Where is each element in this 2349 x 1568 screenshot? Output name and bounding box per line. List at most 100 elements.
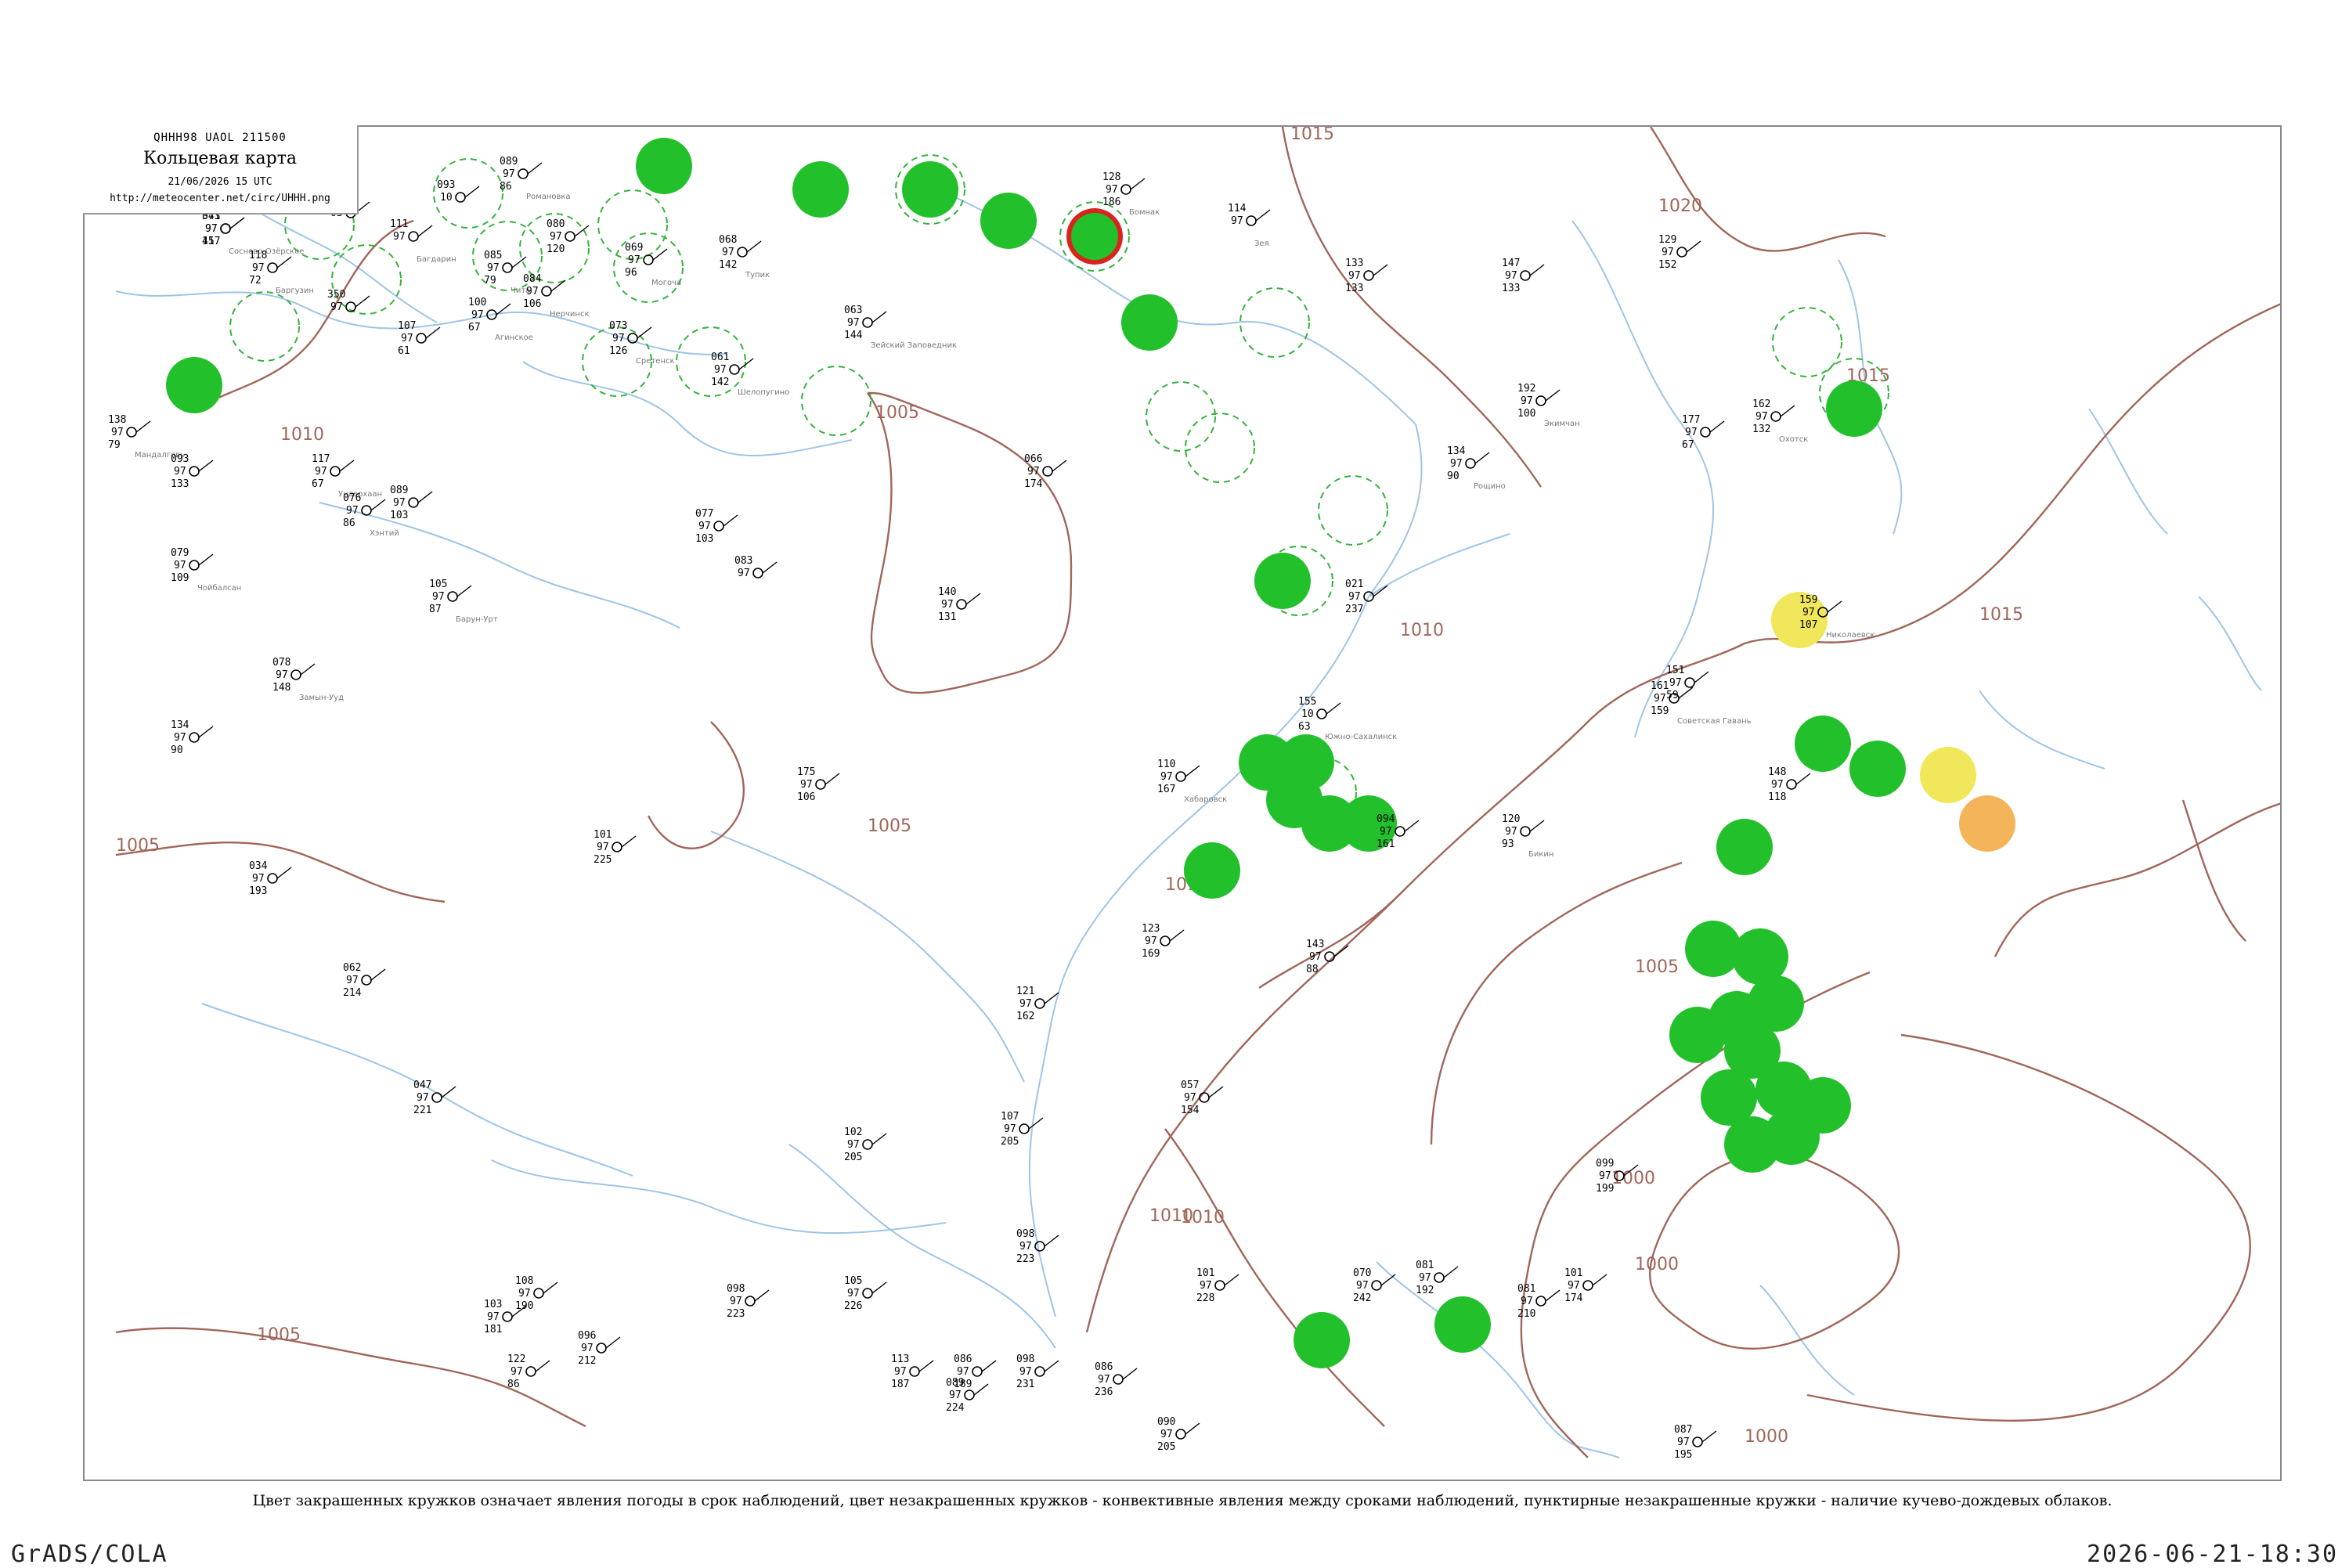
station-plot: 08997103 bbox=[390, 485, 433, 521]
wind-barb bbox=[746, 240, 762, 253]
station-pressure: 97 bbox=[487, 262, 500, 274]
weather-circles bbox=[166, 138, 2015, 1368]
station-marker bbox=[1160, 935, 1171, 946]
station-temperature: 096 bbox=[578, 1330, 596, 1342]
station-dewpoint: 192 bbox=[1416, 1285, 1434, 1296]
station-dewpoint: 103 bbox=[390, 510, 408, 521]
station-temperature: 066 bbox=[1024, 453, 1042, 465]
wind-barb bbox=[738, 358, 754, 370]
station-marker bbox=[502, 262, 513, 273]
station-pressure: 97 bbox=[1231, 215, 1243, 227]
station-plot: 1349790 bbox=[171, 719, 214, 756]
station-marker bbox=[1199, 1092, 1210, 1103]
station-dewpoint: 148 bbox=[272, 682, 290, 694]
station-marker bbox=[361, 505, 372, 516]
station-dewpoint: 109 bbox=[171, 572, 189, 584]
wind-barb bbox=[1592, 1274, 1607, 1286]
isobar-line bbox=[1430, 861, 1683, 1145]
station-plot: 12897186 Бомнак bbox=[1102, 171, 1160, 217]
wind-barb bbox=[965, 593, 981, 605]
wind-barb bbox=[1208, 1086, 1224, 1098]
station-plot: 1189772 Баргузин bbox=[249, 250, 314, 295]
station-plot: 05797154 bbox=[1181, 1080, 1224, 1116]
station-dewpoint: 225 bbox=[594, 854, 612, 866]
station-marker bbox=[126, 427, 137, 438]
isobar-label-1010-south: 1010 bbox=[1149, 1206, 1193, 1226]
wind-barb bbox=[918, 1360, 934, 1372]
wind-barb bbox=[871, 1281, 887, 1294]
isobar-label-1005-east: 1005 bbox=[1635, 957, 1679, 977]
station-dewpoint: 90 bbox=[1447, 470, 1460, 482]
rain-circle bbox=[902, 161, 958, 218]
station-marker bbox=[431, 1092, 442, 1103]
station-marker bbox=[189, 466, 200, 477]
station-temperature: 077 bbox=[695, 508, 713, 520]
station-dewpoint: 142 bbox=[719, 259, 737, 271]
station-pressure: 97 bbox=[1505, 270, 1517, 282]
station-temperature: 099 bbox=[1596, 1158, 1614, 1170]
station-marker bbox=[1786, 779, 1797, 790]
station-plot: 04797221 bbox=[413, 1080, 456, 1116]
station-temperature: 086 bbox=[954, 1354, 972, 1365]
wind-barb bbox=[652, 248, 668, 261]
station-plot: 11097167 Хабаровск bbox=[1157, 759, 1227, 804]
station-marker bbox=[1582, 1280, 1593, 1291]
station-pressure: 97 bbox=[1450, 458, 1463, 470]
station-temperature: 114 bbox=[1228, 203, 1247, 214]
station-pressure: 97 bbox=[1200, 1280, 1212, 1292]
station-plot: 10197228 bbox=[1196, 1267, 1239, 1304]
station-plot: 09897223 bbox=[727, 1283, 770, 1320]
station-marker bbox=[752, 568, 763, 579]
station-pressure: 97 bbox=[597, 842, 609, 853]
river-line bbox=[491, 1159, 947, 1235]
station-plot: 10297205 bbox=[844, 1126, 887, 1163]
wind-barb bbox=[198, 726, 214, 738]
station-dewpoint: 142 bbox=[711, 377, 729, 388]
station-marker bbox=[862, 317, 873, 328]
wind-barb bbox=[425, 326, 441, 339]
station-dewpoint: 106 bbox=[523, 298, 541, 310]
station-marker bbox=[267, 262, 278, 273]
station-pressure: 97 bbox=[1771, 779, 1784, 791]
station-temperature: 073 bbox=[609, 320, 627, 332]
station-temperature: 110 bbox=[1157, 759, 1175, 770]
isobar-label-1015-east: 1015 bbox=[1979, 605, 2023, 625]
station-marker bbox=[1175, 1429, 1186, 1440]
station-marker bbox=[1676, 247, 1687, 258]
station-plot: 1059787 Барун-Урт bbox=[429, 579, 498, 624]
station-pressure: 97 bbox=[1521, 1296, 1533, 1307]
map-source-url[interactable]: http://meteocenter.net/circ/UHHH.png bbox=[83, 193, 357, 204]
wind-barb bbox=[1333, 945, 1349, 957]
station-dewpoint: 67 bbox=[312, 478, 324, 490]
station-name: Бикин bbox=[1528, 850, 1553, 859]
isobar-line bbox=[2181, 799, 2246, 942]
station-plot: 0699796 Могоча bbox=[625, 242, 681, 287]
station-pressure: 97 bbox=[276, 669, 288, 681]
station-plot: 08097120 bbox=[547, 218, 590, 255]
station-temperature: 061 bbox=[711, 351, 729, 363]
station-temperature: 120 bbox=[1502, 813, 1520, 825]
station-plot: 1439788 bbox=[1306, 939, 1349, 975]
station-pressure: 97 bbox=[941, 599, 954, 611]
station-pressure: 97 bbox=[800, 779, 813, 791]
station-temperature: 101 bbox=[1196, 1267, 1214, 1279]
station-dewpoint: 159 bbox=[1651, 705, 1669, 717]
station-dewpoint: 93 bbox=[1502, 838, 1514, 850]
station-temperature: 113 bbox=[891, 1354, 909, 1365]
station-pressure: 97 bbox=[847, 1139, 860, 1151]
isobar-label-1010-west: 1010 bbox=[280, 425, 324, 445]
haze-circle bbox=[1959, 795, 2015, 852]
station-temperature: 129 bbox=[1658, 234, 1676, 246]
station-pressure: 97 bbox=[1106, 184, 1118, 196]
station-dewpoint: 86 bbox=[500, 181, 512, 193]
station-temperature: 094 bbox=[1377, 813, 1395, 825]
isobar-line bbox=[1648, 1153, 1900, 1350]
station-pressure: 97 bbox=[1505, 826, 1517, 838]
station-marker bbox=[1395, 826, 1405, 837]
station-pressure: 97 bbox=[487, 1311, 500, 1323]
station-marker bbox=[1700, 427, 1711, 438]
station-marker bbox=[956, 599, 967, 610]
wind-barb bbox=[621, 835, 637, 848]
station-dewpoint: 214 bbox=[343, 987, 362, 999]
station-pressure: 97 bbox=[1654, 693, 1666, 705]
